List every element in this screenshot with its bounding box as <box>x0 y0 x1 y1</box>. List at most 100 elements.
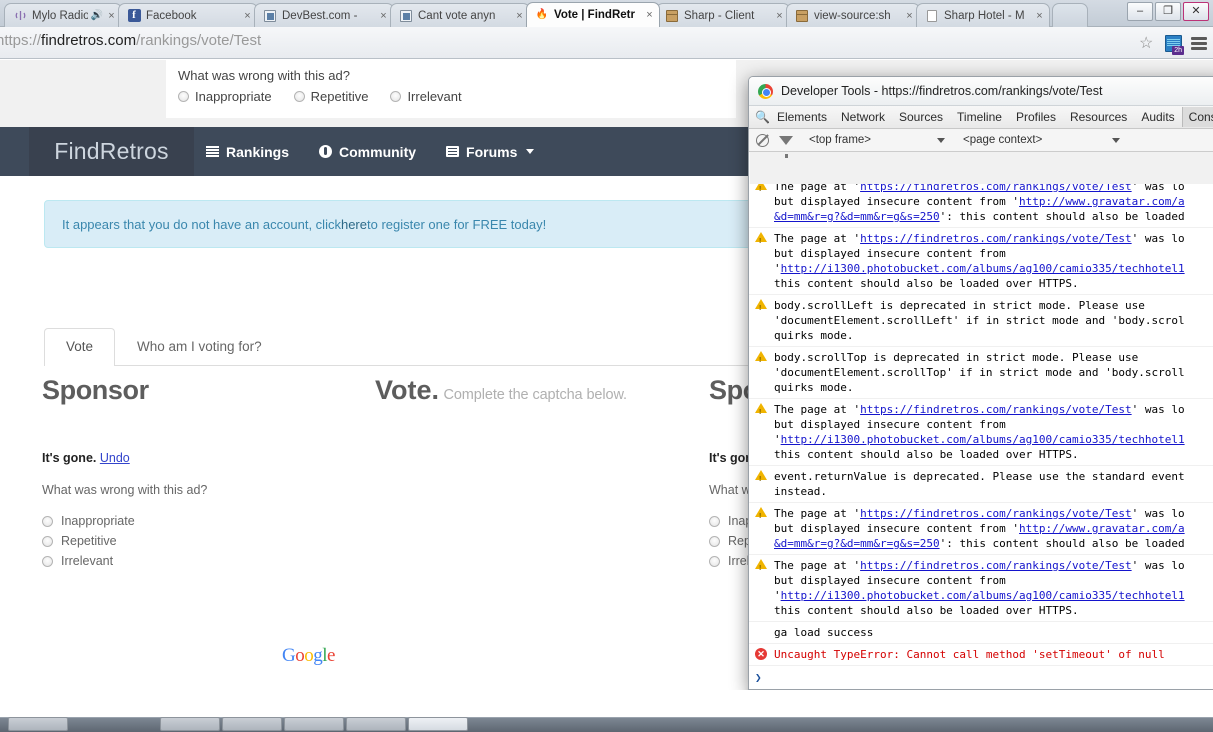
radio-icon[interactable] <box>709 535 720 547</box>
tab-close-button[interactable]: × <box>774 10 785 22</box>
console-link[interactable]: http://www.gravatar.com/a <box>1019 195 1185 208</box>
address-bar[interactable]: https://findretros.com/rankings/vote/Tes… <box>0 32 261 49</box>
devtools-tab-timeline[interactable]: Timeline <box>950 107 1009 127</box>
nav-item-community[interactable]: Community <box>319 144 416 160</box>
logo-letter: o <box>304 645 314 666</box>
tab-vote[interactable]: Vote <box>44 328 116 366</box>
ad-feedback-box: What was wrong with this ad? Inappropria… <box>166 60 736 118</box>
browser-tab-vote-findretros[interactable]: 🔥 Vote | FindRetr × <box>526 2 660 27</box>
tab-close-button[interactable]: × <box>1034 10 1045 22</box>
tab-title: Mylo Radio <box>32 9 88 22</box>
tab-close-button[interactable]: × <box>644 9 655 21</box>
console-link[interactable]: &d=mm&r=g?&d=mm&r=g&s=250 <box>774 210 940 223</box>
speaker-icon[interactable]: 🔊 <box>91 10 103 21</box>
console-prompt[interactable]: ❯ <box>749 666 1213 689</box>
ad-feedback-question: What was wrong with this ad? <box>42 483 208 497</box>
navbar-items: Rankings Community Forums <box>206 127 535 176</box>
new-tab-button[interactable] <box>1052 3 1088 27</box>
vote-heading-row: Vote. Complete the captcha below. <box>375 375 705 406</box>
browser-tab-sharp-hotel[interactable]: Sharp Hotel - M × <box>916 3 1050 27</box>
site-brand[interactable]: FindRetros <box>29 127 194 176</box>
console-link[interactable]: &d=mm&r=g?&d=mm&r=g&s=250 <box>774 537 940 550</box>
alert-register-link[interactable]: here <box>341 217 367 232</box>
console-link[interactable]: http://i1300.photobucket.com/albums/ag10… <box>781 589 1185 602</box>
nav-item-rankings[interactable]: Rankings <box>206 144 289 160</box>
frame-selector[interactable]: <top frame> <box>809 134 871 146</box>
devtools-tab-audits[interactable]: Audits <box>1134 107 1181 127</box>
radio-icon[interactable] <box>42 515 53 527</box>
taskbar-item[interactable] <box>8 717 68 731</box>
tab-close-button[interactable]: × <box>106 10 117 22</box>
browser-tab-view-source[interactable]: view-source:sh × <box>786 3 920 27</box>
browser-tab-sharp-client[interactable]: Sharp - Client × <box>656 3 790 27</box>
tab-close-button[interactable]: × <box>904 10 915 22</box>
devtools-tab-console[interactable]: Console <box>1181 107 1213 127</box>
chevron-down-icon[interactable] <box>1112 137 1121 143</box>
devtools-tab-sources[interactable]: Sources <box>892 107 950 127</box>
radio-icon[interactable] <box>709 515 720 527</box>
browser-tab-cant-vote[interactable]: Cant vote anyn × <box>390 3 530 27</box>
bookmark-star-icon[interactable]: ☆ <box>1139 35 1156 52</box>
vote-column-center: Vote. Complete the captcha below. <box>375 375 705 406</box>
search-icon[interactable]: 🔍 <box>755 110 770 124</box>
context-selector[interactable]: <page context> <box>963 134 1042 146</box>
taskbar-item[interactable] <box>160 717 220 731</box>
devtools-tab-elements[interactable]: Elements <box>770 107 834 127</box>
chrome-menu-icon[interactable] <box>1191 36 1207 50</box>
radio-icon[interactable] <box>390 91 402 102</box>
console-link[interactable]: http://i1300.photobucket.com/albums/ag10… <box>781 262 1185 275</box>
logo-letter: o <box>295 645 305 666</box>
extension-icon[interactable]: 2h <box>1165 34 1184 55</box>
console-link[interactable]: https://findretros.com/rankings/vote/Tes… <box>860 184 1132 193</box>
taskbar-item[interactable] <box>284 717 344 731</box>
close-button[interactable]: ✕ <box>1183 2 1209 21</box>
console-link[interactable]: https://findretros.com/rankings/vote/Tes… <box>860 559 1132 572</box>
browser-tab-facebook[interactable]: f Facebook × <box>118 3 258 27</box>
tab-close-button[interactable]: × <box>378 10 389 22</box>
tab-title: Cant vote anyn <box>418 9 496 22</box>
radio-icon[interactable] <box>709 555 720 567</box>
console-message-text: Uncaught TypeError: Cannot call method '… <box>774 648 1165 661</box>
console-link[interactable]: https://findretros.com/rankings/vote/Tes… <box>860 507 1132 520</box>
devtools-titlebar[interactable]: Developer Tools - https://findretros.com… <box>749 77 1213 106</box>
warning-icon <box>755 469 768 499</box>
nav-item-forums[interactable]: Forums <box>446 144 535 160</box>
ad-option-repetitive[interactable]: Repetitive <box>42 534 342 548</box>
tab-who-am-i-voting-for[interactable]: Who am I voting for? <box>115 328 284 365</box>
vote-subheading: Complete the captcha below. <box>443 387 627 403</box>
console-output[interactable]: &d=mm&r=g?&d=mm&r=g&s=250': this content… <box>749 184 1213 689</box>
console-link[interactable]: https://findretros.com/rankings/vote/Tes… <box>860 232 1132 245</box>
devtools-tab-profiles[interactable]: Profiles <box>1009 107 1063 127</box>
minimize-button[interactable]: – <box>1127 2 1153 21</box>
browser-tab-devbest[interactable]: DevBest.com - × <box>254 3 394 27</box>
radio-icon[interactable] <box>42 555 53 567</box>
radio-icon[interactable] <box>178 91 189 102</box>
ad-option-inappropriate[interactable]: Inappropriate <box>178 89 272 104</box>
ad-option-repetitive[interactable]: Repetitive <box>293 89 368 104</box>
browser-tab-mylo-radio[interactable]: Mylo Radio 🔊 × <box>4 3 122 27</box>
devtools-tab-resources[interactable]: Resources <box>1063 107 1134 127</box>
chevron-down-icon[interactable] <box>937 137 946 143</box>
tab-close-button[interactable]: × <box>514 10 525 22</box>
tab-close-button[interactable]: × <box>242 10 253 22</box>
taskbar-item[interactable] <box>408 717 468 731</box>
console-link[interactable]: https://findretros.com/rankings/vote/Tes… <box>860 403 1132 416</box>
ad-option-irrelevant[interactable]: Irrelevant <box>390 89 462 104</box>
restore-button[interactable]: ❐ <box>1155 2 1181 21</box>
logo-letter: G <box>282 645 296 666</box>
console-link[interactable]: http://i1300.photobucket.com/albums/ag10… <box>781 433 1185 446</box>
devtools-tab-network[interactable]: Network <box>834 107 892 127</box>
filter-icon[interactable] <box>779 135 793 158</box>
taskbar-item[interactable] <box>222 717 282 731</box>
omnibox-actions: ☆ 2h <box>1139 27 1207 59</box>
console-link[interactable]: http://www.gravatar.com/a <box>1019 522 1185 535</box>
url-scheme: https:// <box>0 32 42 49</box>
undo-link[interactable]: Undo <box>100 451 130 465</box>
radio-icon[interactable] <box>42 535 53 547</box>
radio-icon[interactable] <box>293 91 305 102</box>
taskbar-item[interactable] <box>346 717 406 731</box>
clear-console-icon[interactable] <box>756 133 769 147</box>
tab-title: Vote | FindRetr <box>554 9 635 21</box>
ad-option-inappropriate[interactable]: Inappropriate <box>42 514 342 528</box>
ad-option-irrelevant[interactable]: Irrelevant <box>42 554 342 568</box>
